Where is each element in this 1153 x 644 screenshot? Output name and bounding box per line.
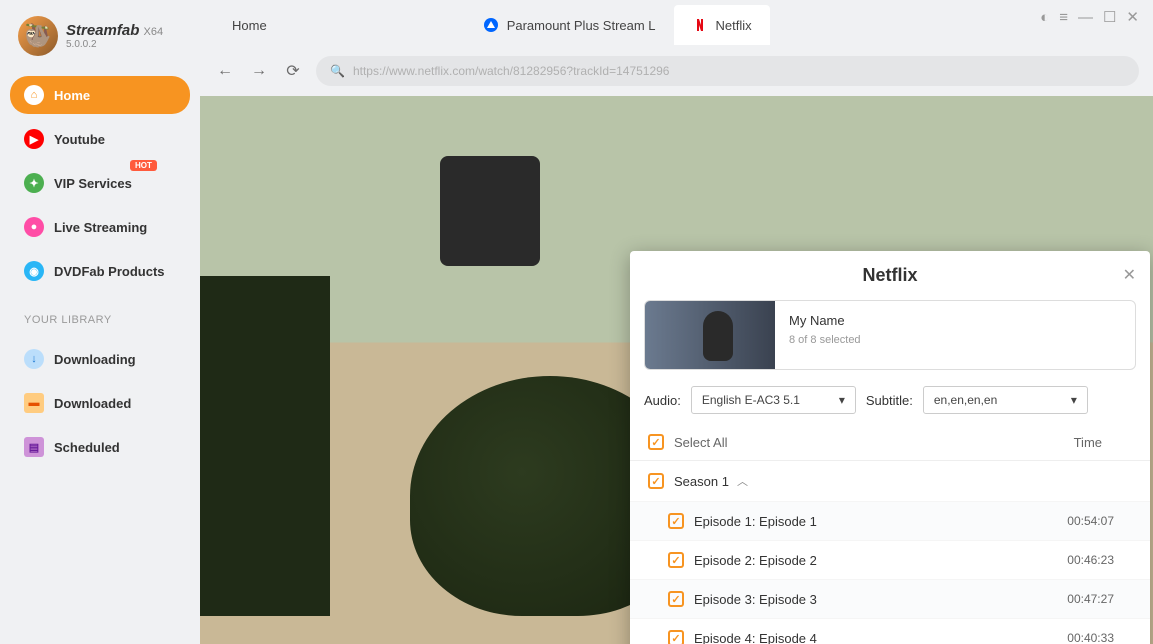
sidebar-item-downloaded[interactable]: ▬ Downloaded — [10, 384, 190, 422]
sidebar-item-scheduled[interactable]: ▤ Scheduled — [10, 428, 190, 466]
episode-time: 00:40:33 — [1067, 631, 1132, 644]
sidebar-item-downloading[interactable]: ↓ Downloading — [10, 340, 190, 378]
library-header: YOUR LIBRARY — [10, 296, 190, 334]
sidebar-item-label: Live Streaming — [54, 220, 147, 235]
audio-dropdown[interactable]: English E-AC3 5.1 ▾ — [691, 386, 856, 414]
app-logo: 🦥 Streamfab X64 5.0.0.2 — [10, 16, 190, 56]
logo-icon: 🦥 — [18, 16, 58, 56]
select-all-label: Select All — [674, 435, 727, 450]
episode-label: Episode 3: Episode 3 — [694, 592, 817, 607]
series-thumbnail — [645, 301, 775, 369]
episode-checkbox[interactable] — [668, 591, 684, 607]
episode-row[interactable]: Episode 3: Episode 3 00:47:27 — [630, 579, 1150, 618]
tab-label: Paramount Plus Stream L — [507, 18, 656, 33]
brand-arch: X64 — [144, 26, 164, 38]
season-toggle[interactable]: Season 1 ︿ — [630, 461, 1150, 501]
main-area: Home Paramount Plus Stream L Netflix ← →… — [200, 0, 1153, 644]
audio-label: Audio: — [644, 393, 681, 408]
episode-time: 00:47:27 — [1067, 592, 1132, 606]
sidebar-item-live[interactable]: ● Live Streaming — [10, 208, 190, 246]
sidebar-item-home[interactable]: ⌂ Home — [10, 76, 190, 114]
season-label: Season 1 — [674, 474, 729, 489]
sidebar-item-label: Youtube — [54, 132, 105, 147]
paramount-icon — [483, 17, 499, 33]
episode-checkbox[interactable] — [668, 513, 684, 529]
audio-value: English E-AC3 5.1 — [702, 393, 800, 407]
vip-icon: ✦ — [24, 173, 44, 193]
dvdfab-icon: ◉ — [24, 261, 44, 281]
season-checkbox[interactable] — [648, 473, 664, 489]
tab-paramount[interactable]: Paramount Plus Stream L — [465, 5, 674, 45]
download-icon: ↓ — [24, 349, 44, 369]
sidebar-item-vip[interactable]: ✦ VIP Services HOT — [10, 164, 190, 202]
back-button[interactable]: ← — [214, 62, 236, 80]
episode-row[interactable]: Episode 1: Episode 1 00:54:07 — [630, 501, 1150, 540]
select-all-checkbox[interactable] — [648, 434, 664, 450]
home-icon: ⌂ — [24, 85, 44, 105]
episode-label: Episode 1: Episode 1 — [694, 514, 817, 529]
chevron-up-icon: ︿ — [737, 473, 748, 489]
modal-title: Netflix — [862, 265, 917, 286]
episode-label: Episode 2: Episode 2 — [694, 553, 817, 568]
sidebar-item-label: Downloaded — [54, 396, 131, 411]
sidebar-item-label: DVDFab Products — [54, 264, 165, 279]
calendar-icon: ▤ — [24, 437, 44, 457]
episode-row[interactable]: Episode 4: Episode 4 00:40:33 — [630, 618, 1150, 644]
browser-toolbar: ← → ⟳ 🔍 https://www.netflix.com/watch/81… — [200, 50, 1153, 96]
subtitle-dropdown[interactable]: en,en,en,en ▾ — [923, 386, 1088, 414]
episode-row[interactable]: Episode 2: Episode 2 00:46:23 — [630, 540, 1150, 579]
live-icon: ● — [24, 217, 44, 237]
netflix-icon — [692, 17, 708, 33]
series-title: My Name — [789, 313, 861, 328]
content-area: Netflix ✕ My Name 8 of 8 selected Audio:… — [200, 96, 1153, 644]
app-version: 5.0.0.2 — [66, 39, 163, 50]
close-icon[interactable]: ✕ — [1123, 265, 1136, 285]
sidebar-item-label: Home — [54, 88, 90, 103]
hot-badge: HOT — [130, 160, 157, 171]
episode-checkbox[interactable] — [668, 630, 684, 644]
episode-label: Episode 4: Episode 4 — [694, 631, 817, 644]
sidebar: 🦥 Streamfab X64 5.0.0.2 ⌂ Home ▶ Youtube… — [0, 0, 200, 644]
url-bar[interactable]: 🔍 https://www.netflix.com/watch/81282956… — [316, 56, 1139, 86]
sidebar-item-label: Downloading — [54, 352, 136, 367]
chevron-down-icon: ▾ — [839, 393, 845, 407]
url-text: https://www.netflix.com/watch/81282956?t… — [353, 64, 670, 78]
tab-label: Home — [232, 18, 267, 33]
subtitle-label: Subtitle: — [866, 393, 913, 408]
series-card: My Name 8 of 8 selected — [644, 300, 1136, 370]
search-icon: 🔍 — [330, 64, 345, 78]
reload-button[interactable]: ⟳ — [282, 61, 304, 81]
sidebar-item-dvdfab[interactable]: ◉ DVDFab Products — [10, 252, 190, 290]
list-header: Select All Time — [630, 424, 1150, 461]
episode-time: 00:54:07 — [1067, 514, 1132, 528]
chevron-down-icon: ▾ — [1071, 393, 1077, 407]
time-header: Time — [1074, 435, 1132, 450]
folder-icon: ▬ — [24, 393, 44, 413]
episode-checkbox[interactable] — [668, 552, 684, 568]
sidebar-item-label: VIP Services — [54, 176, 132, 191]
episode-time: 00:46:23 — [1067, 553, 1132, 567]
sidebar-item-label: Scheduled — [54, 440, 120, 455]
series-selection-count: 8 of 8 selected — [789, 334, 861, 346]
forward-button[interactable]: → — [248, 62, 270, 80]
brand-name: Streamfab — [66, 22, 139, 39]
download-modal: Netflix ✕ My Name 8 of 8 selected Audio:… — [630, 251, 1150, 644]
tabs-row: Home Paramount Plus Stream L Netflix — [200, 0, 1153, 50]
sidebar-item-youtube[interactable]: ▶ Youtube — [10, 120, 190, 158]
tab-label: Netflix — [716, 18, 752, 33]
tab-netflix[interactable]: Netflix — [674, 5, 770, 45]
subtitle-value: en,en,en,en — [934, 393, 997, 407]
youtube-icon: ▶ — [24, 129, 44, 149]
tab-home[interactable]: Home — [214, 5, 285, 45]
